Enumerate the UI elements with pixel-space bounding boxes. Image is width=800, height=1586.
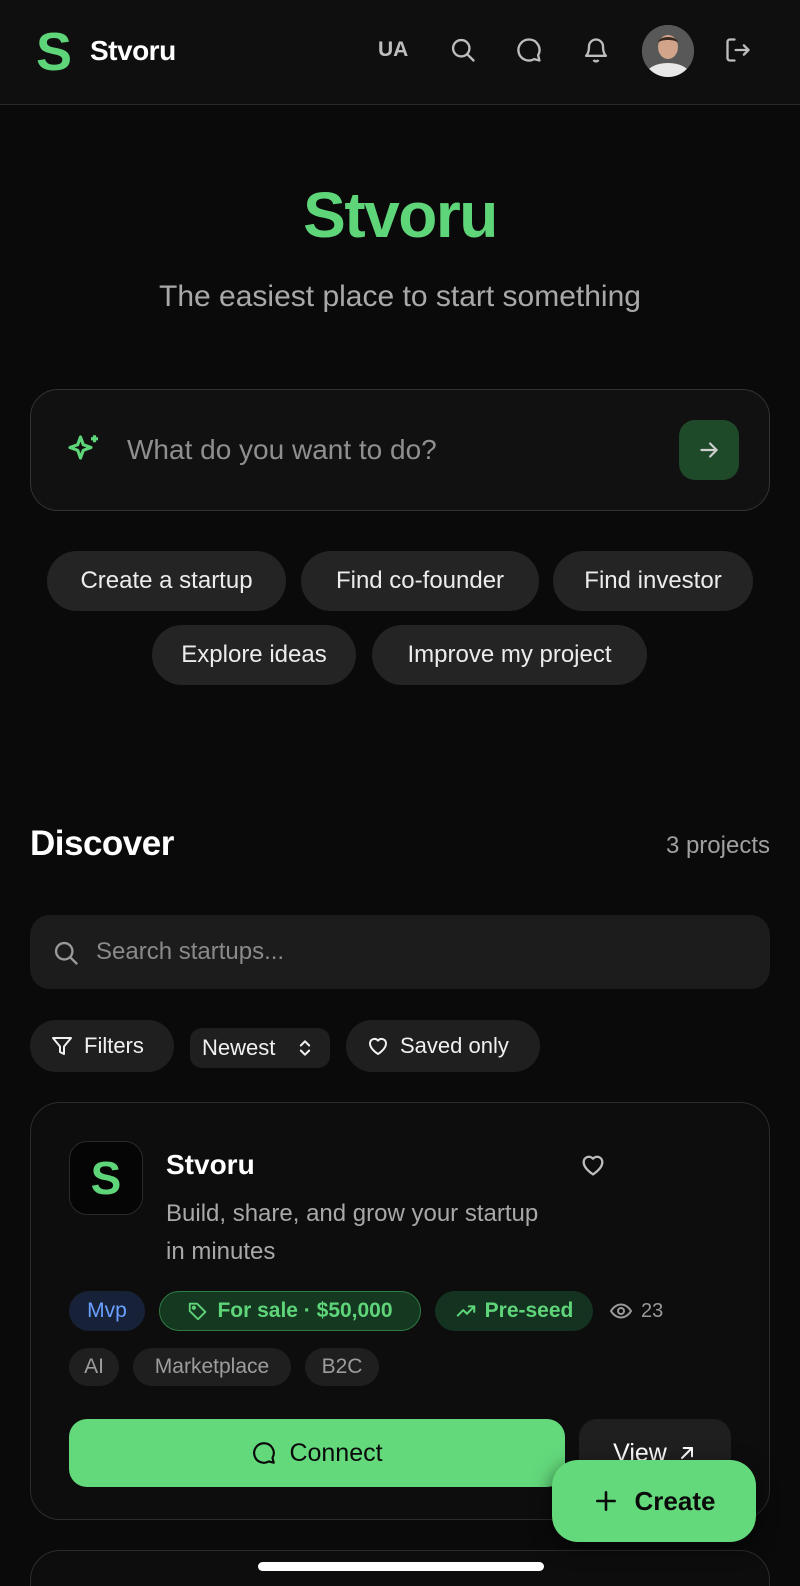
chip-create-startup[interactable]: Create a startup [47, 551, 286, 611]
svg-text:S: S [36, 26, 72, 76]
chip-find-investor[interactable]: Find investor [553, 551, 753, 611]
search-icon[interactable] [445, 32, 481, 68]
project-logo: S [69, 1141, 143, 1215]
message-icon [253, 1442, 276, 1464]
views-value: 23 [641, 1299, 664, 1322]
tag-b2c[interactable]: B2C [305, 1348, 379, 1386]
sort-value: Newest [202, 1035, 276, 1060]
save-heart-icon[interactable] [579, 1151, 607, 1179]
for-sale-label: For sale · $50,000 [217, 1299, 393, 1322]
connect-label: Connect [289, 1438, 383, 1467]
filters-button[interactable]: Filters [30, 1020, 174, 1072]
stage-badge: Mvp [69, 1291, 145, 1331]
bell-icon[interactable] [578, 32, 614, 68]
tag-icon [189, 1302, 207, 1321]
hero-title: Stvoru [303, 179, 498, 251]
project-name: Stvoru [166, 1149, 255, 1180]
project-description: Build, share, and grow your startup in m… [166, 1200, 539, 1265]
brand[interactable]: S Stvoru [30, 26, 176, 76]
create-label: Create [634, 1485, 716, 1516]
tag-marketplace[interactable]: Marketplace [133, 1348, 291, 1386]
home-indicator [258, 1562, 544, 1571]
project-logo-letter: S [90, 1152, 122, 1204]
arrow-right-icon [700, 442, 718, 458]
connect-button[interactable]: Connect [69, 1419, 565, 1487]
views-count: 23 [609, 1299, 663, 1323]
submit-button[interactable] [679, 420, 739, 480]
language-switcher[interactable]: UA [378, 38, 408, 62]
message-icon[interactable] [511, 32, 547, 68]
create-fab[interactable]: Create [552, 1460, 756, 1542]
funding-label: Pre-seed [484, 1299, 574, 1322]
sparkle-icon [68, 435, 98, 460]
for-sale-badge: For sale · $50,000 [159, 1291, 421, 1331]
eye-icon [609, 1303, 633, 1319]
search-box [30, 915, 770, 989]
logout-icon[interactable] [720, 32, 756, 68]
logo-icon: S [36, 26, 72, 76]
funding-badge: Pre-seed [435, 1291, 593, 1331]
avatar[interactable] [642, 25, 694, 77]
chip-find-cofounder[interactable]: Find co-founder [301, 551, 539, 611]
saved-only-label: Saved only [400, 1033, 509, 1058]
prompt-input[interactable] [127, 420, 667, 480]
trending-up-icon [456, 1305, 475, 1317]
project-count: 3 projects [665, 832, 770, 859]
filters-label: Filters [84, 1033, 144, 1058]
filter-icon [52, 1037, 72, 1055]
chevron-updown-icon [300, 1040, 311, 1056]
project-card[interactable]: S Stvoru Build, share, and grow your sta… [30, 1102, 770, 1520]
saved-only-toggle[interactable]: Saved only [346, 1020, 540, 1072]
hero-subtitle: The easiest place to start something [159, 280, 641, 313]
plus-icon [595, 1491, 616, 1511]
search-input[interactable] [96, 931, 736, 973]
search-icon [54, 941, 78, 965]
sort-select[interactable]: Newest [190, 1028, 330, 1068]
discover-title: Discover [30, 824, 174, 863]
top-bar: S Stvoru UA [0, 0, 800, 105]
chip-explore-ideas[interactable]: Explore ideas [152, 625, 356, 685]
brand-name: Stvoru [90, 35, 176, 66]
prompt-box [30, 389, 770, 511]
chip-improve-project[interactable]: Improve my project [372, 625, 647, 685]
tag-ai[interactable]: AI [69, 1348, 119, 1386]
heart-icon [368, 1037, 388, 1055]
